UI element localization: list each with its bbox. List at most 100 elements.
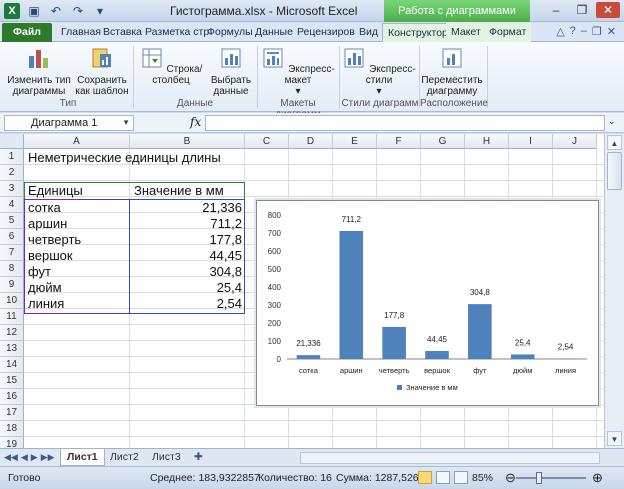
row-header-14[interactable]: 14 — [0, 357, 24, 373]
row-header-2[interactable]: 2 — [0, 165, 24, 181]
scroll-down-icon[interactable]: ▼ — [607, 431, 622, 446]
sheet-tab-3[interactable]: Лист3 — [146, 449, 187, 466]
cell-a1-title[interactable]: Неметрические единицы длины — [28, 150, 221, 166]
tab-layout[interactable]: Макет — [446, 23, 486, 42]
quick-layout-button[interactable]: Экспресс-макет ▾ — [260, 46, 336, 97]
close-icon[interactable]: ✕ — [596, 2, 620, 18]
zoom-in-icon[interactable]: ⊕ — [592, 470, 603, 486]
page-layout-view-icon[interactable] — [436, 471, 450, 484]
row-header-8[interactable]: 8 — [0, 261, 24, 277]
row-header-15[interactable]: 15 — [0, 373, 24, 389]
insert-sheet-icon[interactable]: ✚ — [188, 449, 209, 466]
expand-formula-bar-icon[interactable]: ⌄ — [608, 116, 616, 127]
minimize-icon[interactable]: – — [544, 2, 568, 18]
row-header-12[interactable]: 12 — [0, 325, 24, 341]
column-header-a[interactable]: A — [24, 134, 130, 149]
row-header-6[interactable]: 6 — [0, 229, 24, 245]
column-header-c[interactable]: C — [245, 134, 289, 149]
save-icon[interactable]: ▣ — [26, 3, 42, 19]
column-header-g[interactable]: G — [421, 134, 465, 149]
sheet-tab-2[interactable]: Лист2 — [104, 449, 145, 466]
worksheet-grid[interactable]: Неметрические единицы длины Единицы Знач… — [0, 134, 604, 448]
data-label: 2,54 — [558, 343, 574, 352]
formula-bar: Диаграмма 1 ▼ fx ⌄ — [0, 113, 624, 133]
undo-icon[interactable]: ↶ — [48, 3, 64, 19]
column-header-e[interactable]: E — [333, 134, 377, 149]
column-header-i[interactable]: I — [509, 134, 553, 149]
redo-icon[interactable]: ↷ — [70, 3, 86, 19]
column-header-j[interactable]: J — [553, 134, 597, 149]
excel-logo-icon[interactable]: X — [4, 3, 20, 19]
row-header-13[interactable]: 13 — [0, 341, 24, 357]
window-controls: – ❐ ✕ — [544, 2, 620, 18]
zoom-out-icon[interactable]: ⊖ — [505, 470, 516, 486]
doc-close-icon[interactable]: ✕ — [607, 25, 616, 38]
ribbon-tabs: Файл Главная Вставка Разметка стр Формул… — [0, 22, 624, 42]
row-header-11[interactable]: 11 — [0, 309, 24, 325]
tab-review[interactable]: Рецензиров — [292, 23, 360, 42]
data-label: 711,2 — [342, 215, 362, 224]
zoom-slider[interactable] — [516, 477, 586, 479]
doc-minimize-icon[interactable]: – — [581, 25, 587, 38]
select-all-corner[interactable] — [0, 134, 24, 149]
scroll-thumb[interactable] — [607, 152, 622, 190]
sheet-tab-1[interactable]: Лист1 — [60, 449, 105, 466]
grid-line — [24, 420, 604, 421]
scroll-up-icon[interactable]: ▲ — [607, 135, 622, 150]
row-header-3[interactable]: 3 — [0, 181, 24, 197]
tab-format[interactable]: Формат — [484, 23, 532, 42]
help-icon[interactable]: ? — [570, 25, 576, 38]
zoom-slider-knob[interactable] — [536, 472, 542, 484]
normal-view-icon[interactable] — [418, 471, 432, 484]
last-sheet-icon[interactable]: ▶▶ — [41, 452, 55, 463]
restore-icon[interactable]: ❐ — [570, 2, 594, 18]
zoom-level[interactable]: 85% — [472, 472, 493, 484]
formula-input[interactable] — [205, 115, 605, 131]
tab-data[interactable]: Данные — [250, 23, 298, 42]
row-header-10[interactable]: 10 — [0, 293, 24, 309]
bar-chart[interactable]: 0 100 200 300 400 500 600 700 800 21,336 сотка 711,… — [256, 200, 599, 406]
prev-sheet-icon[interactable]: ◀ — [21, 452, 28, 463]
tab-design[interactable]: Конструктор — [382, 23, 454, 42]
y-tick-label: 200 — [268, 319, 282, 328]
row-header-9[interactable]: 9 — [0, 277, 24, 293]
quick-styles-button[interactable]: Экспресс-стили ▾ — [342, 46, 416, 97]
row-header-4[interactable]: 4 — [0, 197, 24, 213]
column-header-d[interactable]: D — [289, 134, 333, 149]
doc-restore-icon[interactable]: ❐ — [592, 25, 602, 38]
select-data-button[interactable]: Выбрать данные — [208, 46, 254, 97]
insert-function-icon[interactable]: fx — [190, 115, 201, 129]
first-sheet-icon[interactable]: ◀◀ — [4, 452, 18, 463]
minimize-ribbon-icon[interactable]: △ — [556, 25, 564, 38]
customize-qat-icon[interactable]: ▾ — [92, 3, 108, 19]
page-break-view-icon[interactable] — [454, 471, 468, 484]
row-header-7[interactable]: 7 — [0, 245, 24, 261]
row-header-19[interactable]: 19 — [0, 437, 24, 448]
dropdown-arrow-icon: ▾ — [376, 86, 382, 97]
column-header-b[interactable]: B — [130, 134, 245, 149]
row-header-17[interactable]: 17 — [0, 405, 24, 421]
column-header-h[interactable]: H — [465, 134, 509, 149]
tab-view[interactable]: Вид — [354, 23, 383, 42]
name-box[interactable]: Диаграмма 1 ▼ — [4, 115, 134, 131]
save-as-template-button[interactable]: Сохранить как шаблон — [74, 46, 130, 97]
move-chart-button[interactable]: Переместить диаграмму — [420, 46, 484, 97]
next-sheet-icon[interactable]: ▶ — [31, 452, 38, 463]
ribbon: Изменить тип диаграммы Сохранить как шаб… — [0, 42, 624, 120]
row-header-5[interactable]: 5 — [0, 213, 24, 229]
column-header-f[interactable]: F — [377, 134, 421, 149]
tab-file[interactable]: Файл — [2, 23, 52, 42]
row-header-16[interactable]: 16 — [0, 389, 24, 405]
y-tick-label: 0 — [277, 355, 282, 364]
y-tick-label: 400 — [268, 283, 282, 292]
x-tick-label: аршин — [340, 366, 363, 375]
horizontal-scrollbar[interactable] — [300, 452, 600, 464]
x-tick-label: вершок — [424, 366, 450, 375]
chart-bar-аршин — [339, 230, 364, 359]
vertical-scrollbar[interactable]: ▲ ▼ — [604, 134, 624, 448]
switch-row-column-button[interactable]: Строка/столбец — [136, 46, 206, 86]
change-chart-type-button[interactable]: Изменить тип диаграммы — [6, 46, 72, 97]
row-header-18[interactable]: 18 — [0, 421, 24, 437]
name-box-dropdown-icon[interactable]: ▼ — [122, 116, 130, 130]
row-header-1[interactable]: 1 — [0, 149, 24, 165]
